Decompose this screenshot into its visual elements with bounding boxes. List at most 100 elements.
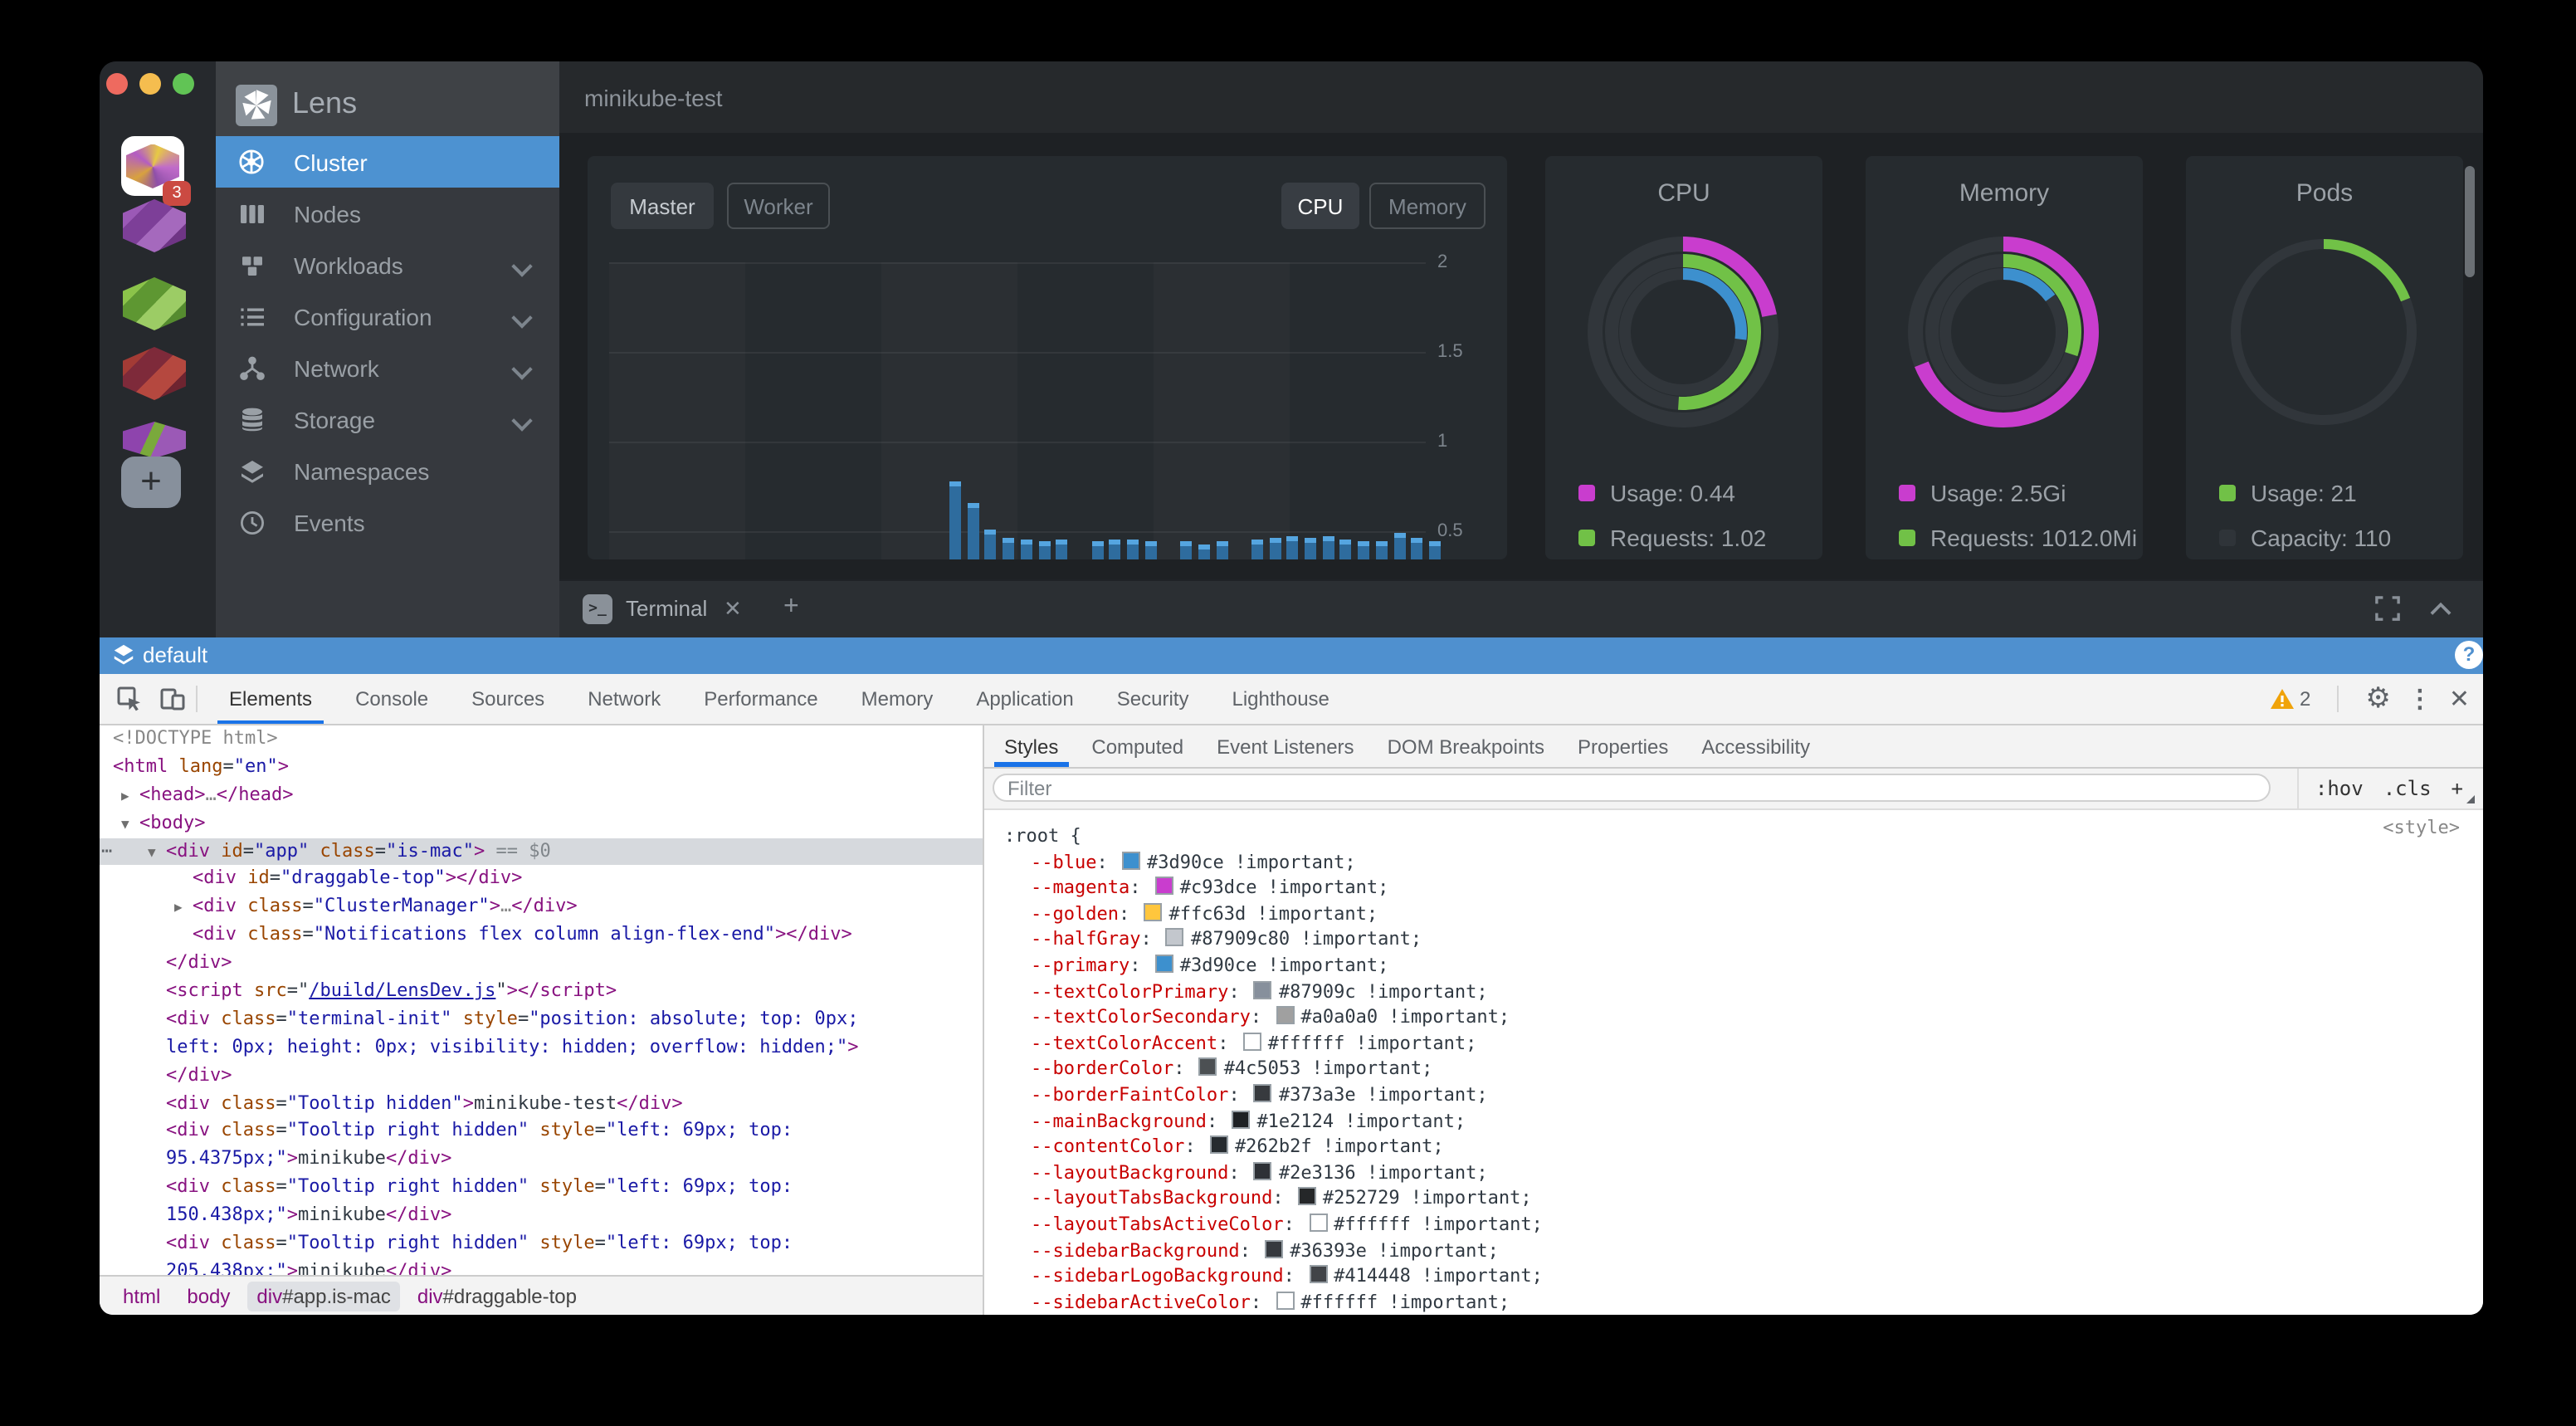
breadcrumb-html[interactable]: html (113, 1281, 170, 1311)
master-toggle-button[interactable]: Master (611, 183, 714, 229)
dom-node[interactable]: ▶<div class="ClusterManager">…</div> (100, 894, 983, 922)
color-swatch[interactable] (1155, 877, 1173, 895)
terminal-add-icon[interactable]: + (783, 593, 799, 623)
add-cluster-button[interactable]: + (121, 457, 181, 508)
cluster-rail-item[interactable] (121, 347, 188, 400)
inspect-element-icon[interactable] (116, 686, 143, 712)
dom-node[interactable]: 150.438px;">minikube</div> (100, 1202, 983, 1230)
css-variable-row[interactable]: --layoutTabsActiveColor: #ffffff !import… (984, 1212, 2483, 1238)
traffic-light-zoom[interactable] (173, 73, 194, 95)
terminal-fullscreen-icon[interactable] (2375, 596, 2400, 621)
terminal-collapse-icon[interactable] (2430, 601, 2452, 616)
cluster-rail-item[interactable] (121, 199, 188, 252)
cluster-rail-item[interactable] (121, 277, 188, 330)
cluster-rail-item[interactable] (121, 422, 188, 458)
css-variable-row[interactable]: --sidebarActiveColor: #ffffff !important… (984, 1289, 2483, 1315)
dom-node[interactable]: left: 0px; height: 0px; visibility: hidd… (100, 1034, 983, 1062)
css-variable-row[interactable]: --textColorSecondary: #a0a0a0 !important… (984, 1004, 2483, 1030)
device-toolbar-icon[interactable] (159, 686, 186, 712)
color-swatch[interactable] (1122, 851, 1140, 869)
color-swatch[interactable] (1276, 1291, 1294, 1309)
dom-node[interactable]: <div class="terminal-init" style="positi… (100, 1006, 983, 1034)
chevron-down-icon[interactable] (511, 307, 532, 328)
memory-toggle-button[interactable]: Memory (1369, 183, 1486, 229)
namespace-label[interactable]: default (143, 642, 207, 667)
styles-tab-event-listeners[interactable]: Event Listeners (1200, 725, 1370, 767)
css-variable-row[interactable]: --mainBackground: #1e2124 !important; (984, 1108, 2483, 1134)
color-swatch[interactable] (1155, 955, 1173, 973)
dom-node[interactable]: <!DOCTYPE html> (100, 725, 983, 754)
color-swatch[interactable] (1199, 1058, 1217, 1077)
console-warnings[interactable]: 2 (2271, 687, 2310, 711)
styles-tab-dom-breakpoints[interactable]: DOM Breakpoints (1371, 725, 1561, 767)
css-variable-row[interactable]: --halfGray: #87909c80 !important; (984, 927, 2483, 953)
dom-node[interactable]: </div> (100, 950, 983, 978)
overview-scrollbar[interactable] (2465, 166, 2475, 277)
dom-node[interactable]: <div class="Tooltip right hidden" style=… (100, 1174, 983, 1203)
css-variable-row[interactable]: --sidebarBackground: #36393e !important; (984, 1238, 2483, 1263)
expand-arrow-open[interactable]: ▼ (121, 811, 129, 839)
color-swatch[interactable] (1210, 1135, 1228, 1154)
sidebar-item-workloads[interactable]: Workloads (216, 239, 559, 291)
css-variable-row[interactable]: --layoutTabsBackground: #252729 !importa… (984, 1186, 2483, 1212)
dom-node[interactable]: <script src="/build/LensDev.js"></script… (100, 978, 983, 1006)
devtools-tab-performance[interactable]: Performance (682, 674, 839, 724)
color-swatch[interactable] (1166, 929, 1184, 947)
breadcrumb-div#app.is-mac[interactable]: div#app.is-mac (246, 1281, 400, 1311)
breadcrumb-body[interactable]: body (177, 1281, 240, 1311)
traffic-light-close[interactable] (106, 73, 128, 95)
dom-node[interactable]: <html lang="en"> (100, 754, 983, 782)
styles-tab-accessibility[interactable]: Accessibility (1685, 725, 1827, 767)
cpu-toggle-button[interactable]: CPU (1281, 183, 1359, 229)
styles-tab-properties[interactable]: Properties (1561, 725, 1685, 767)
css-variable-row[interactable]: --magenta: #c93dce !important; (984, 875, 2483, 901)
color-swatch[interactable] (1254, 1161, 1272, 1179)
devtools-tab-application[interactable]: Application (954, 674, 1095, 724)
color-swatch[interactable] (1144, 903, 1162, 921)
chevron-down-icon[interactable] (511, 256, 532, 276)
styles-tab-styles[interactable]: Styles (988, 725, 1075, 767)
css-variable-row[interactable]: --layoutBackground: #2e3136 !important; (984, 1160, 2483, 1185)
css-variable-row[interactable]: --golden: #ffc63d !important; (984, 901, 2483, 927)
dom-node[interactable]: ▶<head>…</head> (100, 782, 983, 810)
css-variable-row[interactable]: --primary: #3d90ce !important; (984, 953, 2483, 979)
css-rule-view[interactable]: :root {--blue: #3d90ce !important;--mage… (984, 810, 2483, 1315)
devtools-tab-security[interactable]: Security (1095, 674, 1211, 724)
dom-node[interactable]: <div id="draggable-top"></div> (100, 866, 983, 894)
chevron-down-icon[interactable] (511, 410, 532, 431)
worker-toggle-button[interactable]: Worker (727, 183, 830, 229)
color-swatch[interactable] (1309, 1265, 1327, 1283)
sidebar-item-events[interactable]: Events (216, 496, 559, 548)
settings-gear-icon[interactable]: ⚙ (2365, 682, 2391, 715)
color-swatch[interactable] (1309, 1214, 1327, 1232)
css-variable-row[interactable]: --contentColor: #262b2f !important; (984, 1134, 2483, 1160)
devtools-close-icon[interactable]: ✕ (2449, 684, 2470, 714)
traffic-light-minimize[interactable] (139, 73, 161, 95)
devtools-tab-network[interactable]: Network (566, 674, 682, 724)
sidebar-item-configuration[interactable]: Configuration (216, 291, 559, 342)
dom-node[interactable]: </div> (100, 1062, 983, 1090)
css-variable-row[interactable]: --borderFaintColor: #373a3e !important; (984, 1082, 2483, 1108)
new-style-rule-button[interactable]: + (2452, 777, 2463, 800)
sidebar-item-cluster[interactable]: Cluster (216, 136, 559, 188)
devtools-tab-console[interactable]: Console (334, 674, 450, 724)
chevron-down-icon[interactable] (511, 359, 532, 379)
help-icon[interactable]: ? (2455, 641, 2483, 669)
dom-node[interactable]: <div class="Tooltip hidden">minikube-tes… (100, 1090, 983, 1118)
color-swatch[interactable] (1276, 1006, 1294, 1024)
dom-node[interactable]: 95.4375px;">minikube</div> (100, 1146, 983, 1174)
styles-tab-computed[interactable]: Computed (1075, 725, 1200, 767)
dom-node-selected[interactable]: ⋯▼<div id="app" class="is-mac"> == $0 (100, 838, 983, 866)
color-swatch[interactable] (1298, 1188, 1316, 1206)
sidebar-item-network[interactable]: Network (216, 342, 559, 393)
css-variable-row[interactable]: --blue: #3d90ce !important; (984, 849, 2483, 875)
breadcrumb-div#draggable-top[interactable]: div#draggable-top (407, 1281, 587, 1311)
dom-node[interactable]: <div class="Tooltip right hidden" style=… (100, 1230, 983, 1258)
color-swatch[interactable] (1254, 980, 1272, 999)
css-variable-row[interactable]: --textColorPrimary: #87909c !important; (984, 979, 2483, 1004)
element-classes-toggle[interactable]: .cls (2383, 777, 2432, 800)
elements-tree[interactable]: <!DOCTYPE html><html lang="en">▶<head>…<… (100, 725, 983, 1275)
css-variable-row[interactable]: --borderColor: #4c5053 !important; (984, 1057, 2483, 1082)
sidebar-item-nodes[interactable]: Nodes (216, 188, 559, 239)
terminal-close-icon[interactable]: ✕ (724, 596, 742, 623)
